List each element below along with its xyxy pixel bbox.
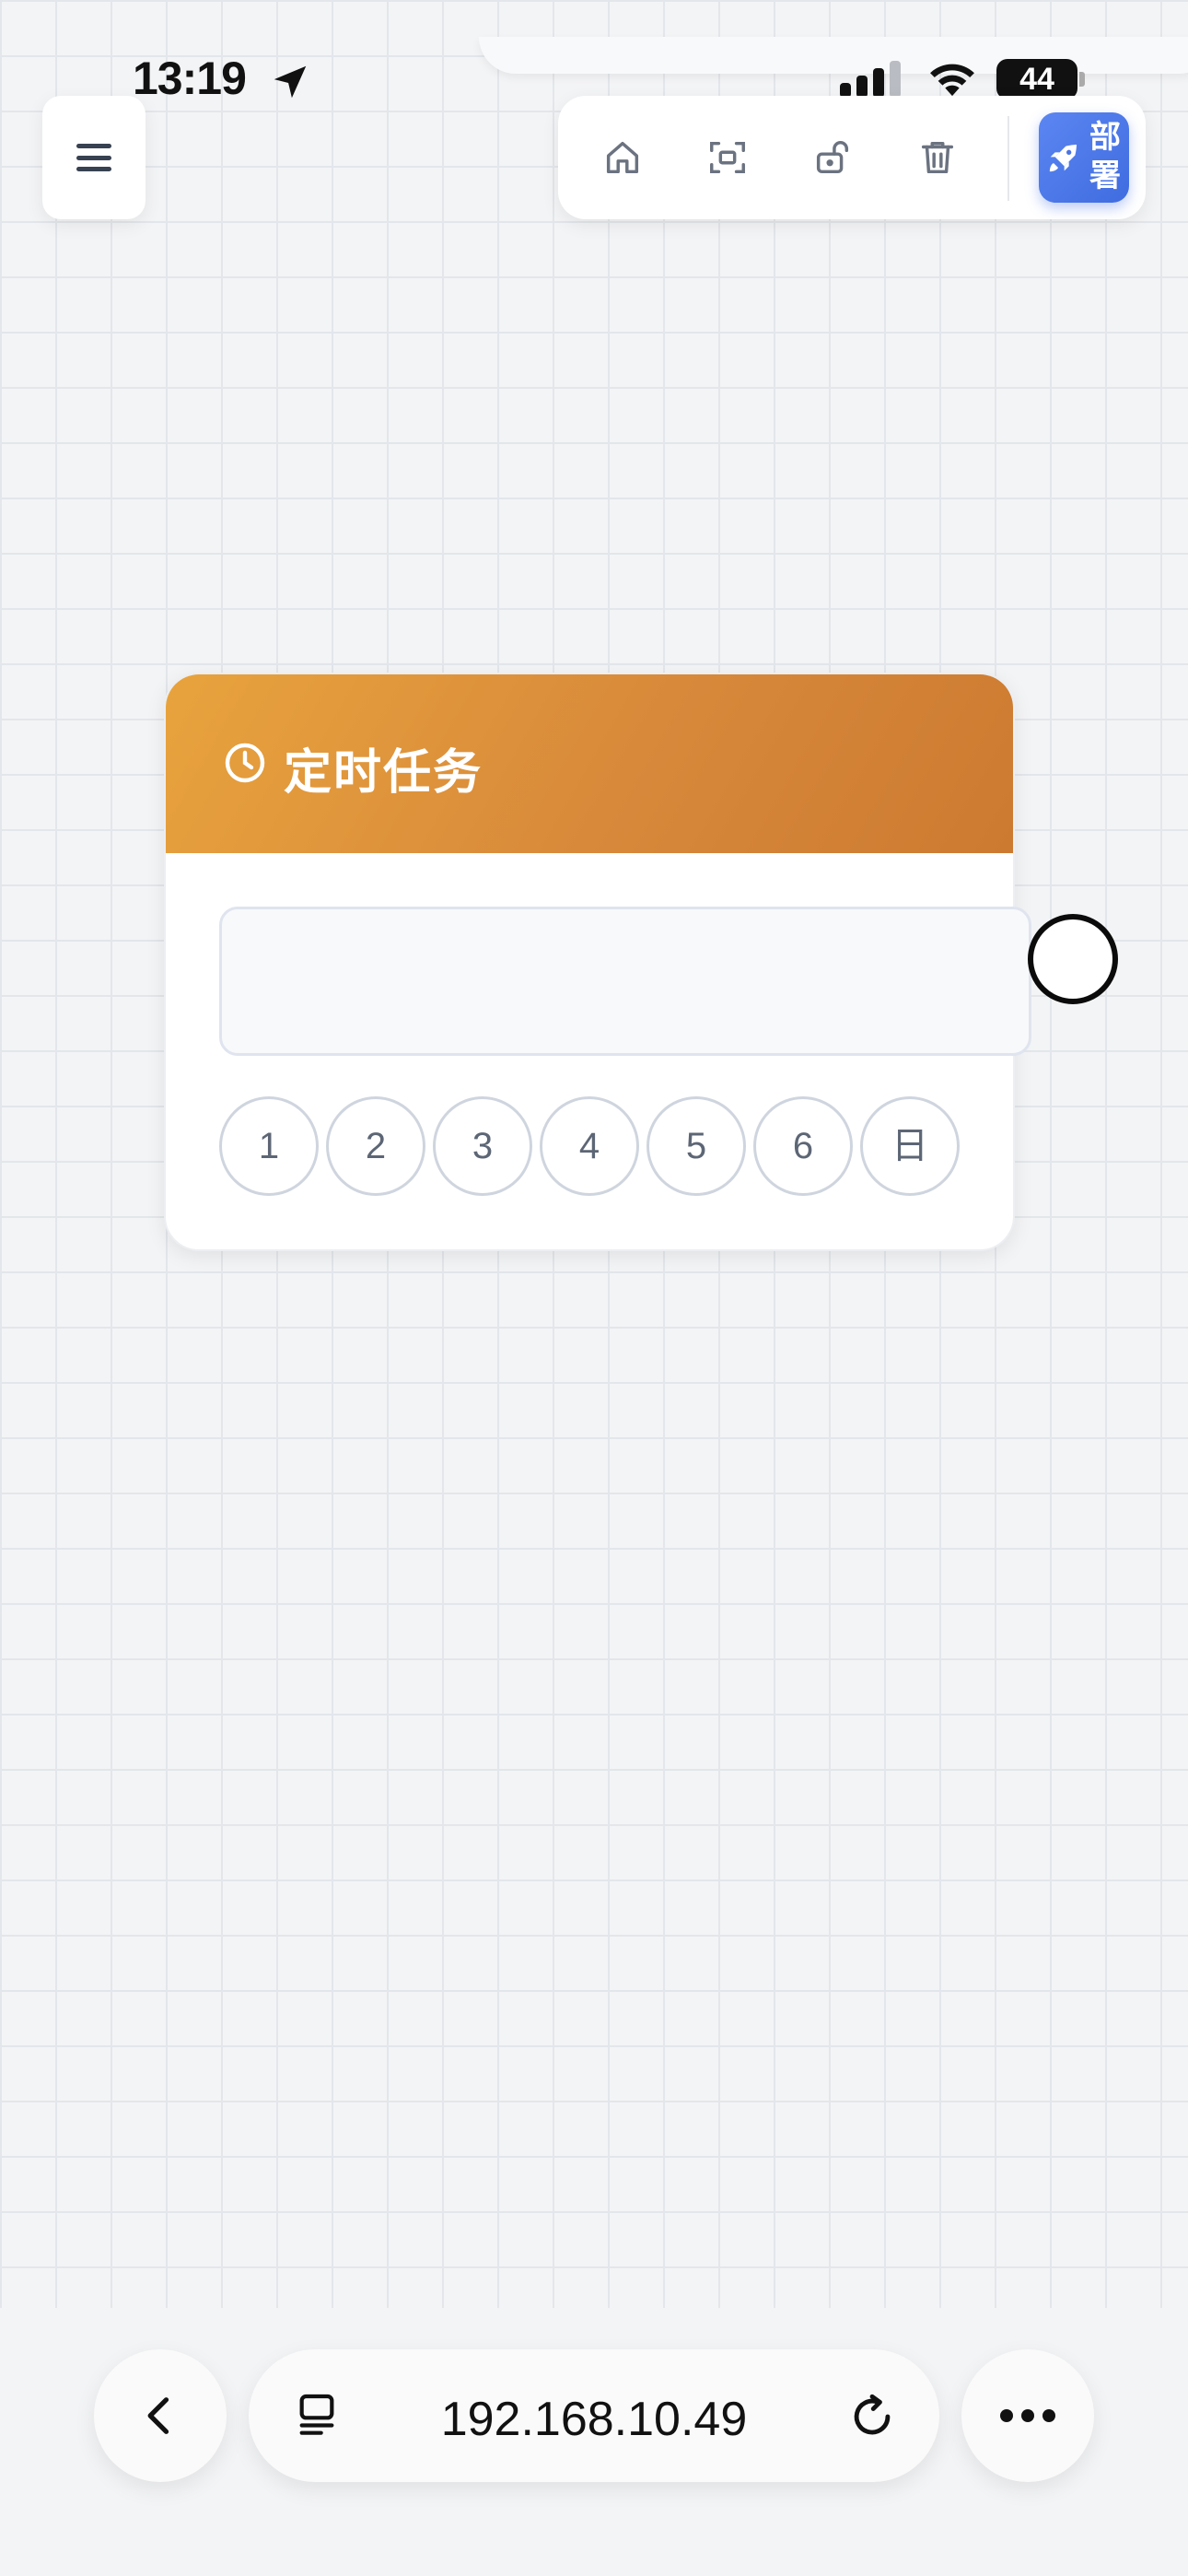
url-text[interactable]: 192.168.10.49 xyxy=(359,2392,829,2447)
battery-level: 44 xyxy=(996,59,1077,100)
fit-view-button[interactable] xyxy=(700,130,755,185)
node-header[interactable]: 定时任务 xyxy=(166,674,1013,853)
reload-icon[interactable] xyxy=(845,2390,899,2443)
fit-view-icon xyxy=(710,141,745,174)
day-toggle-1[interactable]: 1 xyxy=(219,1096,319,1196)
clock-icon xyxy=(225,743,265,783)
cellular-signal-icon xyxy=(840,61,901,98)
hamburger-menu-icon xyxy=(76,144,111,171)
browser-more-button[interactable] xyxy=(961,2349,1094,2482)
day-toggle-2[interactable]: 2 xyxy=(326,1096,425,1196)
toolbar-divider xyxy=(1007,116,1009,201)
day-toggle-6[interactable]: 6 xyxy=(753,1096,853,1196)
tabs-icon[interactable] xyxy=(291,2390,343,2441)
home-button[interactable] xyxy=(595,130,650,185)
schedule-time-input[interactable] xyxy=(219,907,1031,1056)
trash-icon xyxy=(921,141,954,174)
day-toggle-3[interactable]: 3 xyxy=(433,1096,532,1196)
address-bar[interactable]: 192.168.10.49 xyxy=(249,2349,939,2482)
delete-button[interactable] xyxy=(910,130,965,185)
deploy-label: 部署 xyxy=(1089,119,1121,194)
day-toggle-sunday[interactable]: 日 xyxy=(860,1096,960,1196)
location-arrow-icon xyxy=(274,65,307,99)
browser-back-button[interactable] xyxy=(94,2349,227,2482)
day-toggle-5[interactable]: 5 xyxy=(646,1096,746,1196)
unlock-button[interactable] xyxy=(805,130,860,185)
battery-icon: 44 xyxy=(996,59,1085,100)
node-title: 定时任务 xyxy=(284,745,483,801)
deploy-button[interactable]: 部署 xyxy=(1039,112,1129,203)
wifi-icon xyxy=(930,64,974,97)
output-connection-handle[interactable] xyxy=(1028,914,1118,1004)
rocket-icon xyxy=(1049,145,1077,172)
menu-button[interactable] xyxy=(42,96,146,219)
canvas-toolbar: 部署 xyxy=(558,96,1146,219)
status-time: 13:19 xyxy=(133,53,247,104)
scheduled-task-node[interactable]: 定时任务 1 2 3 4 5 6 日 xyxy=(164,673,1031,1251)
canvas-screen: 13:19 44 部署 定时任务 1 2 3 4 5 6 日 192.168.1… xyxy=(0,0,1188,2576)
more-dots-icon xyxy=(1000,2409,1055,2422)
back-chevron-icon xyxy=(147,2397,169,2434)
day-toggle-4[interactable]: 4 xyxy=(540,1096,639,1196)
unlock-icon xyxy=(816,141,849,174)
home-icon xyxy=(606,141,639,174)
